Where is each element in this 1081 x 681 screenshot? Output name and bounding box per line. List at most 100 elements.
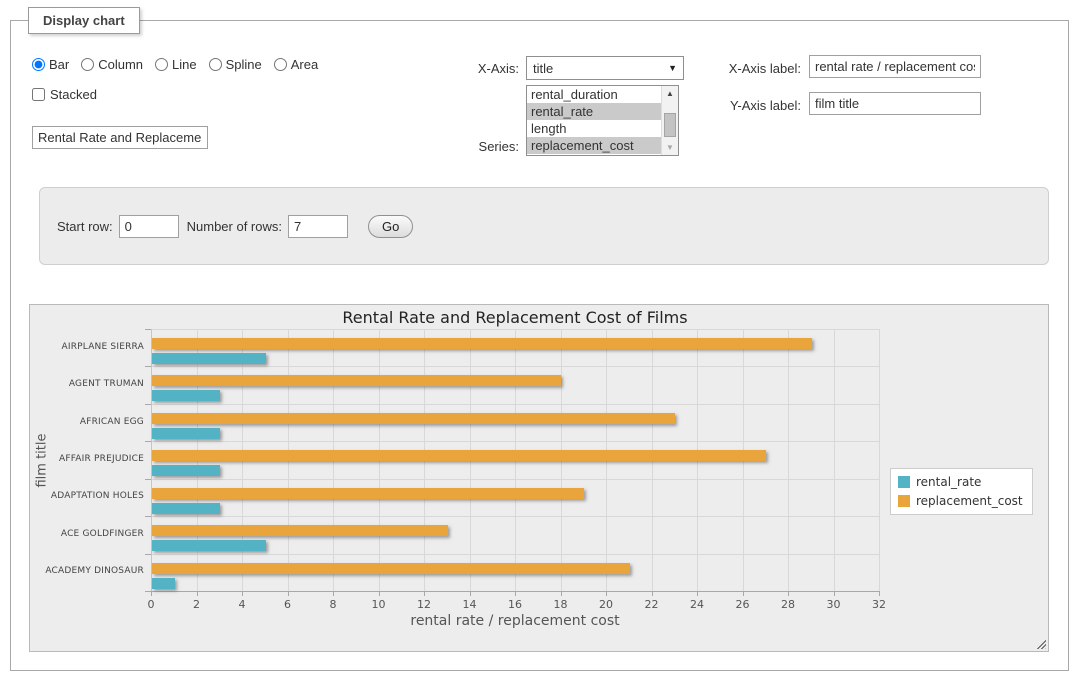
gridline [879,329,880,591]
bar-rental_rate [152,503,220,514]
gridline [151,554,879,555]
series-list-label: Series: [431,139,519,154]
bar-rental_rate [152,578,175,589]
x-axis-label-field-label: X-Axis label: [691,61,801,76]
x-tick-label: 26 [723,598,763,611]
bar-replacement_cost [152,525,448,536]
series-option-rental-duration[interactable]: rental_duration [527,86,661,103]
bar-replacement_cost [152,488,584,499]
category-label: AFRICAN EGG [30,417,144,427]
bar-replacement_cost [152,413,675,424]
bar-chart: Rental Rate and Replacement Cost of Film… [30,305,1048,651]
x-tick-label: 6 [268,598,308,611]
x-tick-label: 20 [586,598,626,611]
x-tick-label: 2 [177,598,217,611]
stacked-checkbox[interactable] [32,88,45,101]
area-radio[interactable] [274,58,287,71]
category-label: AGENT TRUMAN [30,379,144,389]
x-tick-label: 12 [404,598,444,611]
x-tick-label: 10 [359,598,399,611]
x-axis-line [151,591,879,592]
x-tick-label: 32 [859,598,899,611]
series-option-replacement-cost[interactable]: replacement_cost [527,137,661,154]
legend-item-replacement_cost[interactable]: replacement_cost [898,494,1023,508]
num-rows-label: Number of rows: [187,219,282,234]
series-options: rental_duration rental_rate length repla… [527,86,661,155]
chart-type-radio-group: Bar Column Line Spline Area [32,57,324,72]
legend-label: rental_rate [916,475,981,489]
series-listbox[interactable]: rental_duration rental_rate length repla… [526,85,679,156]
stacked-checkbox-row[interactable]: Stacked [32,87,97,102]
bar-rental_rate [152,540,266,551]
chart-title-input[interactable] [32,126,208,149]
x-tick-label: 18 [541,598,581,611]
scrollbar-thumb[interactable] [664,113,676,137]
gridline [151,479,879,480]
legend-label: replacement_cost [916,494,1023,508]
x-tick-label: 4 [222,598,262,611]
bar-radio-label: Bar [49,57,69,72]
column-radio-label: Column [98,57,143,72]
scroll-down-icon[interactable]: ▼ [662,140,678,155]
chart-title: Rental Rate and Replacement Cost of Film… [151,308,879,327]
radio-option-bar[interactable]: Bar [32,57,69,72]
go-button[interactable]: Go [368,215,413,238]
radio-option-spline[interactable]: Spline [209,57,262,72]
bar-replacement_cost [152,450,766,461]
radio-option-area[interactable]: Area [274,57,318,72]
x-axis-select-label: X-Axis: [431,61,519,76]
line-radio-label: Line [172,57,197,72]
gridline [151,329,879,330]
x-tick-label: 0 [131,598,171,611]
legend-item-rental_rate[interactable]: rental_rate [898,475,1023,489]
gridline [834,329,835,591]
gridline [151,516,879,517]
fieldset-title: Display chart [28,7,140,34]
stacked-label: Stacked [50,87,97,102]
series-option-rental-rate[interactable]: rental_rate [527,103,661,120]
line-radio[interactable] [155,58,168,71]
category-label: AIRPLANE SIERRA [30,342,144,352]
bar-radio[interactable] [32,58,45,71]
series-scrollbar[interactable]: ▲ ▼ [661,86,678,155]
radio-option-column[interactable]: Column [81,57,143,72]
y-axis-label-input[interactable] [809,92,981,115]
bar-rental_rate [152,390,220,401]
num-rows-input[interactable] [288,215,348,238]
chevron-down-icon: ▼ [668,63,677,73]
spline-radio-label: Spline [226,57,262,72]
bar-rental_rate [152,353,266,364]
x-tick-label: 8 [313,598,353,611]
x-tick-label: 28 [768,598,808,611]
radio-option-line[interactable]: Line [155,57,197,72]
x-tick-label: 16 [495,598,535,611]
gridline [151,404,879,405]
category-label: ADAPTATION HOLES [30,491,144,501]
bar-rental_rate [152,465,220,476]
series-option-length[interactable]: length [527,120,661,137]
y-axis-label-field-label: Y-Axis label: [691,98,801,113]
x-axis-select[interactable]: title ▼ [526,56,684,80]
chart-x-axis-title: rental rate / replacement cost [151,613,879,629]
category-label: AFFAIR PREJUDICE [30,454,144,464]
bar-replacement_cost [152,338,812,349]
bar-replacement_cost [152,563,630,574]
scroll-up-icon[interactable]: ▲ [662,86,678,101]
display-chart-fieldset: Display chart Bar Column Line Spline Are… [10,20,1069,671]
x-tick-label: 22 [632,598,672,611]
row-range-panel: Start row: Number of rows: Go [39,187,1049,265]
bar-replacement_cost [152,375,561,386]
x-axis-label-input[interactable] [809,55,981,78]
gridline [788,329,789,591]
column-radio[interactable] [81,58,94,71]
page: Display chart Bar Column Line Spline Are… [0,0,1081,681]
start-row-input[interactable] [119,215,179,238]
gridline [151,366,879,367]
spline-radio[interactable] [209,58,222,71]
x-tick-label: 14 [450,598,490,611]
area-radio-label: Area [291,57,318,72]
x-axis-selected-value: title [533,61,668,76]
start-row-label: Start row: [57,219,113,234]
x-tick-label: 24 [677,598,717,611]
bar-rental_rate [152,428,220,439]
